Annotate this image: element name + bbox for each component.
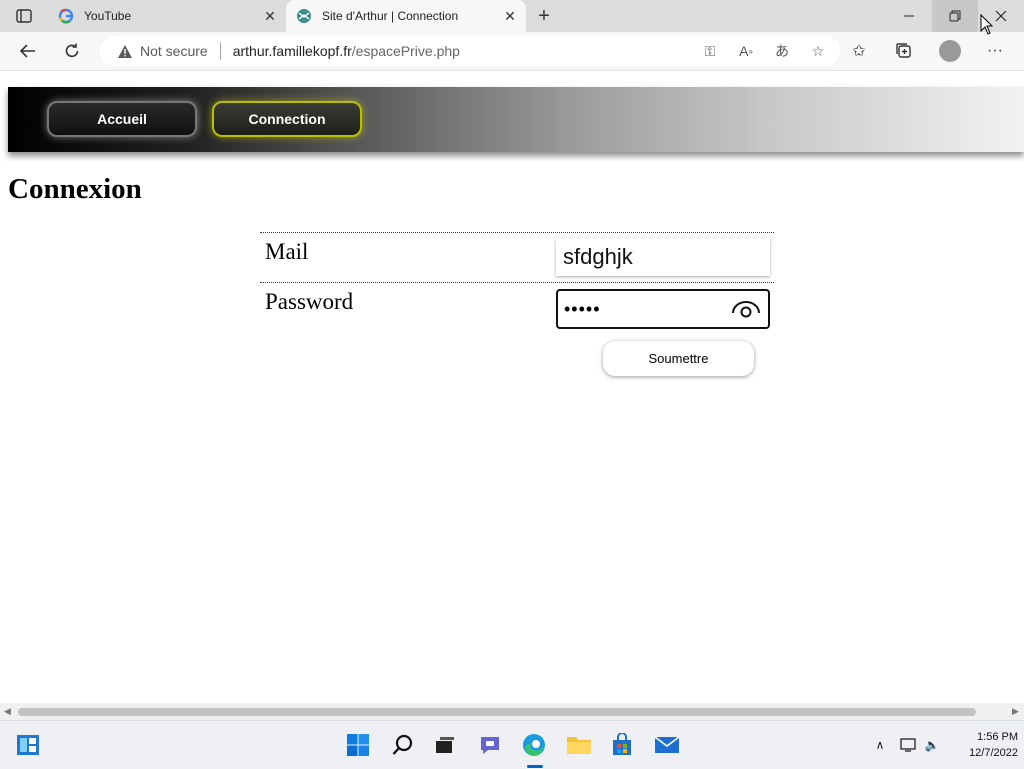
password-input[interactable]: ••••• [556, 289, 770, 329]
translate-icon[interactable]: あ [772, 41, 792, 61]
collections-button[interactable] [891, 38, 917, 64]
restore-button[interactable] [932, 0, 978, 32]
form-row-password: Password ••••• [260, 282, 774, 332]
store-button[interactable] [608, 731, 636, 759]
store-icon [613, 733, 631, 755]
new-tab-button[interactable]: + [532, 4, 556, 28]
plus-icon: + [538, 4, 550, 27]
tab-actions-icon [16, 9, 32, 23]
file-explorer-button[interactable] [565, 731, 593, 759]
favorites-button[interactable]: ✩ [846, 38, 872, 64]
scroll-left-icon[interactable]: ◀ [4, 706, 11, 717]
widgets-icon [17, 735, 39, 755]
tab-strip: YouTube ✕ Site d'Arthur | Connection ✕ + [0, 0, 1024, 32]
profile-button[interactable] [937, 38, 963, 64]
add-favorite-icon[interactable]: ☆ [808, 41, 828, 61]
browser-toolbar: Not secure arthur.famillekopf.fr/espaceP… [0, 32, 1024, 71]
warning-triangle-icon[interactable] [116, 42, 134, 60]
mail-app-button[interactable] [653, 731, 681, 759]
edge-taskbar-button[interactable] [520, 731, 548, 759]
settings-menu-button[interactable]: ··· [982, 38, 1008, 64]
url-domain: arthur.famillekopf.fr [232, 43, 352, 59]
site-header-banner: Accueil Connection [8, 87, 1024, 152]
tab-title: YouTube [84, 9, 132, 23]
tab-site-arthur[interactable]: Site d'Arthur | Connection ✕ [286, 0, 526, 32]
search-icon [392, 734, 413, 755]
reveal-password-icon[interactable] [730, 297, 762, 321]
teams-chat-button[interactable] [476, 731, 504, 759]
tab-actions-button[interactable] [8, 6, 40, 26]
scroll-right-icon[interactable]: ▶ [1012, 706, 1019, 717]
close-icon [995, 10, 1007, 22]
address-bar[interactable]: Not secure arthur.famillekopf.fr/espaceP… [100, 36, 840, 66]
clock-date: 12/7/2022 [969, 747, 1018, 759]
avatar [939, 40, 961, 62]
mail-label: Mail [265, 239, 309, 264]
back-button[interactable] [14, 38, 42, 64]
page-title: Connexion [8, 173, 142, 205]
read-aloud-icon[interactable]: A» [736, 41, 756, 61]
restore-icon [949, 10, 961, 22]
edge-icon [523, 734, 545, 756]
back-arrow-icon [19, 44, 35, 58]
tab-youtube[interactable]: YouTube ✕ [48, 0, 286, 32]
start-button[interactable] [344, 731, 372, 759]
scrollbar-thumb[interactable] [18, 708, 976, 716]
horizontal-scrollbar[interactable]: ◀ ▶ [0, 703, 1024, 720]
favorites-star-icon: ✩ [852, 43, 866, 60]
tab-title: Site d'Arthur | Connection [322, 9, 459, 23]
form-row-mail: Mail sfdghjk [260, 232, 774, 282]
refresh-icon [65, 43, 79, 58]
tab-close-icon[interactable]: ✕ [260, 6, 280, 26]
address-separator [219, 42, 221, 60]
mouse-cursor-icon [980, 14, 994, 35]
key-icon[interactable]: ⚿ [700, 41, 720, 61]
url-path: /espacePrive.php [351, 43, 460, 59]
login-form: Mail sfdghjk Password ••••• [260, 232, 774, 332]
volume-icon[interactable]: 🔈 [922, 735, 942, 755]
mail-icon [654, 736, 680, 753]
search-button[interactable] [389, 731, 417, 759]
chevron-up-icon: ∧ [875, 738, 885, 752]
refresh-button[interactable] [58, 38, 86, 64]
submit-button[interactable]: Soumettre [603, 341, 754, 376]
minimize-icon [904, 15, 914, 17]
site-favicon-icon [296, 8, 312, 24]
taskbar: ∧ 🔈 1:56 PM 12/7/2022 [0, 720, 1024, 769]
show-hidden-icons-button[interactable]: ∧ [870, 735, 890, 755]
password-value: ••••• [564, 298, 601, 319]
task-view-button[interactable] [431, 731, 459, 759]
clock-time: 1:56 PM [977, 731, 1018, 743]
google-g-icon [58, 8, 74, 24]
more-dots-icon: ··· [987, 42, 1003, 59]
nav-accueil-button[interactable]: Accueil [47, 101, 197, 137]
folder-icon [567, 737, 591, 754]
windows-logo-icon [347, 734, 369, 756]
collections-icon [896, 43, 911, 58]
url-text: arthur.famillekopf.fr/espacePrive.php [233, 43, 460, 59]
task-view-icon [436, 737, 454, 753]
network-icon[interactable] [898, 735, 918, 755]
system-clock[interactable]: 1:56 PM 12/7/2022 [940, 729, 1018, 761]
minimize-button[interactable] [886, 0, 932, 32]
tab-close-icon[interactable]: ✕ [500, 6, 520, 26]
widgets-button[interactable] [14, 731, 42, 759]
chat-icon [481, 737, 499, 754]
security-status: Not secure [140, 43, 208, 59]
password-label: Password [265, 289, 354, 314]
mail-input[interactable]: sfdghjk [556, 238, 770, 276]
nav-connection-button[interactable]: Connection [212, 101, 362, 137]
